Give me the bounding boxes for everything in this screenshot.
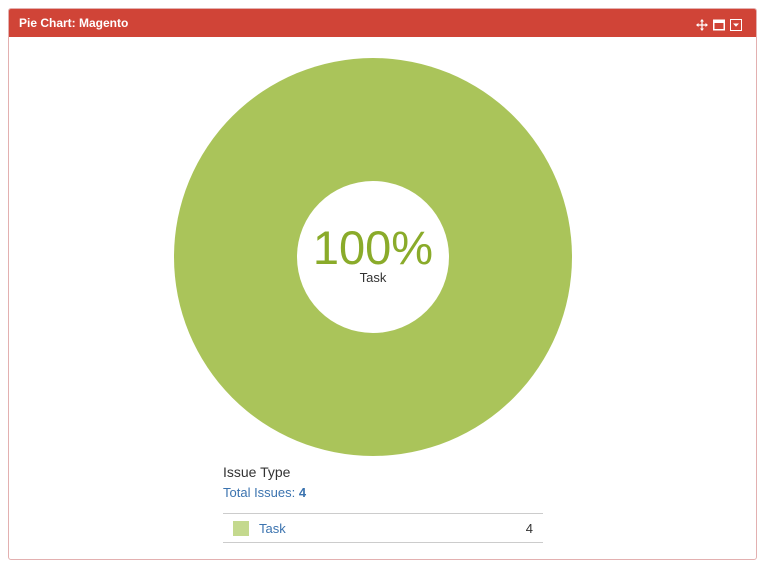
legend-label-cell: Task bbox=[223, 513, 475, 543]
total-issues: Total Issues: 4 bbox=[223, 485, 543, 501]
menu-dropdown-icon[interactable] bbox=[730, 18, 742, 31]
center-label: Task bbox=[360, 270, 387, 285]
pie-chart-gadget: Pie Chart: Magento 100% Task Issue Type … bbox=[8, 8, 757, 560]
legend: Issue Type Total Issues: 4 Task 4 bbox=[223, 464, 543, 543]
legend-link-task[interactable]: Task bbox=[259, 521, 286, 536]
legend-row: Task 4 bbox=[223, 513, 543, 543]
legend-swatch bbox=[233, 521, 249, 537]
gadget-header-icons bbox=[696, 17, 742, 31]
legend-count: 4 bbox=[474, 513, 543, 543]
pie-chart: 100% Task bbox=[174, 58, 572, 456]
pie-chart-area: 100% Task bbox=[9, 37, 758, 467]
center-percentage: 100% bbox=[313, 221, 433, 274]
gadget-header: Pie Chart: Magento bbox=[9, 9, 756, 37]
legend-title: Issue Type bbox=[223, 464, 291, 480]
total-issues-count: 4 bbox=[298, 485, 307, 500]
move-icon[interactable] bbox=[696, 18, 708, 31]
gadget-title: Pie Chart: Magento bbox=[19, 16, 129, 30]
legend-table: Task 4 bbox=[223, 513, 543, 543]
maximize-icon[interactable] bbox=[713, 18, 725, 30]
total-issues-label: Total Issues: bbox=[223, 485, 296, 500]
